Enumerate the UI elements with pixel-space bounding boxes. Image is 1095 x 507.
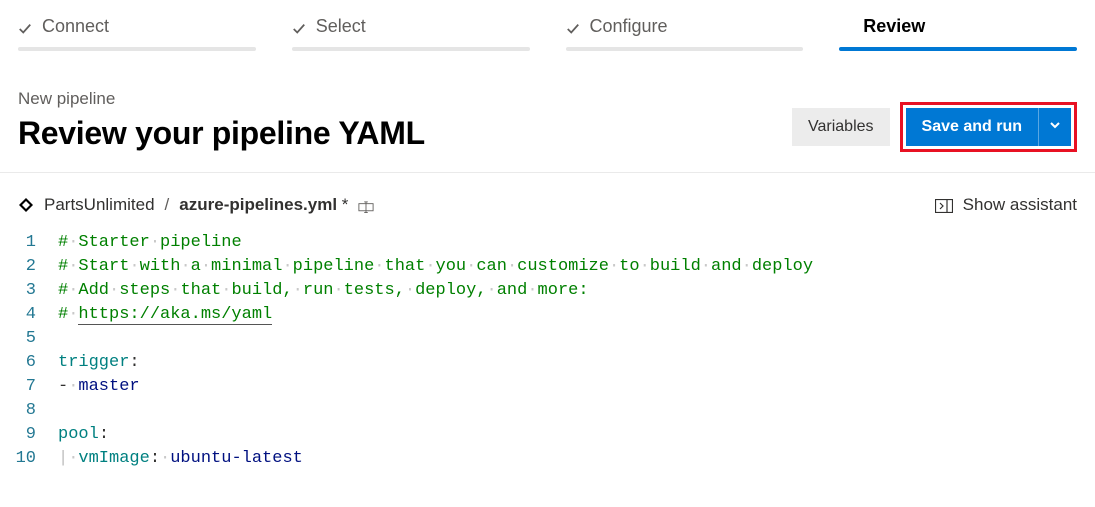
save-and-run-dropdown[interactable] (1038, 108, 1071, 146)
wizard-steps: Connect Select Configure Review (0, 0, 1095, 45)
step-configure[interactable]: Configure (548, 0, 822, 45)
yaml-editor[interactable]: 1#·Starter·pipeline2#·Start·with·a·minim… (0, 225, 1095, 471)
check-icon (292, 20, 306, 34)
line-content[interactable]: pool: (58, 423, 109, 447)
line-number: 3 (0, 279, 58, 303)
editor-line: 8 (0, 399, 1095, 423)
line-content[interactable]: -·master (58, 375, 140, 399)
editor-line: 3#·Add·steps·that·build,·run·tests,·depl… (0, 279, 1095, 303)
title-area: New pipeline Review your pipeline YAML V… (0, 45, 1095, 173)
editor-line: 9pool: (0, 423, 1095, 447)
step-review[interactable]: Review (821, 0, 1095, 45)
editor-line: 6trigger: (0, 351, 1095, 375)
breadcrumb-separator: / (165, 195, 170, 215)
line-number: 2 (0, 255, 58, 279)
breadcrumb-filename[interactable]: azure-pipelines.yml (179, 195, 337, 214)
line-number: 6 (0, 351, 58, 375)
page-title: Review your pipeline YAML (18, 115, 425, 152)
line-number: 9 (0, 423, 58, 447)
variables-button[interactable]: Variables (792, 108, 890, 146)
annotation-highlight: Save and run (900, 102, 1077, 152)
editor-line: 2#·Start·with·a·minimal·pipeline·that·yo… (0, 255, 1095, 279)
line-content[interactable]: #·Add·steps·that·build,·run·tests,·deplo… (58, 279, 589, 303)
step-label: Select (316, 16, 366, 37)
line-number: 10 (0, 447, 58, 471)
line-content[interactable]: #·Starter·pipeline (58, 231, 242, 255)
line-number: 8 (0, 399, 58, 423)
repo-icon (18, 197, 34, 213)
step-label: Connect (42, 16, 109, 37)
line-number: 7 (0, 375, 58, 399)
chevron-down-icon (1049, 118, 1061, 136)
step-label: Review (863, 16, 925, 37)
line-number: 1 (0, 231, 58, 255)
line-number: 4 (0, 303, 58, 327)
step-select[interactable]: Select (274, 0, 548, 45)
line-content[interactable]: #·https://aka.ms/yaml (58, 303, 272, 327)
editor-line: 7-·master (0, 375, 1095, 399)
line-content[interactable]: trigger: (58, 351, 140, 375)
show-assistant-label: Show assistant (963, 195, 1077, 215)
line-number: 5 (0, 327, 58, 351)
rename-icon[interactable] (358, 198, 374, 212)
line-content[interactable]: |·vmImage:·ubuntu-latest (58, 447, 303, 471)
step-connect[interactable]: Connect (0, 0, 274, 45)
check-icon (18, 20, 32, 34)
breadcrumb-project[interactable]: PartsUnlimited (44, 195, 155, 215)
line-content[interactable]: #·Start·with·a·minimal·pipeline·that·you… (58, 255, 813, 279)
show-assistant-button[interactable]: Show assistant (935, 195, 1077, 215)
panel-right-icon (935, 198, 953, 212)
editor-line: 4#·https://aka.ms/yaml (0, 303, 1095, 327)
save-and-run-button[interactable]: Save and run (906, 108, 1038, 146)
page-subtitle: New pipeline (18, 89, 425, 109)
check-icon (566, 20, 580, 34)
editor-line: 5 (0, 327, 1095, 351)
editor-line: 10|·vmImage:·ubuntu-latest (0, 447, 1095, 471)
editor-line: 1#·Starter·pipeline (0, 231, 1095, 255)
file-path-row: PartsUnlimited / azure-pipelines.yml * S… (0, 173, 1095, 225)
step-label: Configure (590, 16, 668, 37)
